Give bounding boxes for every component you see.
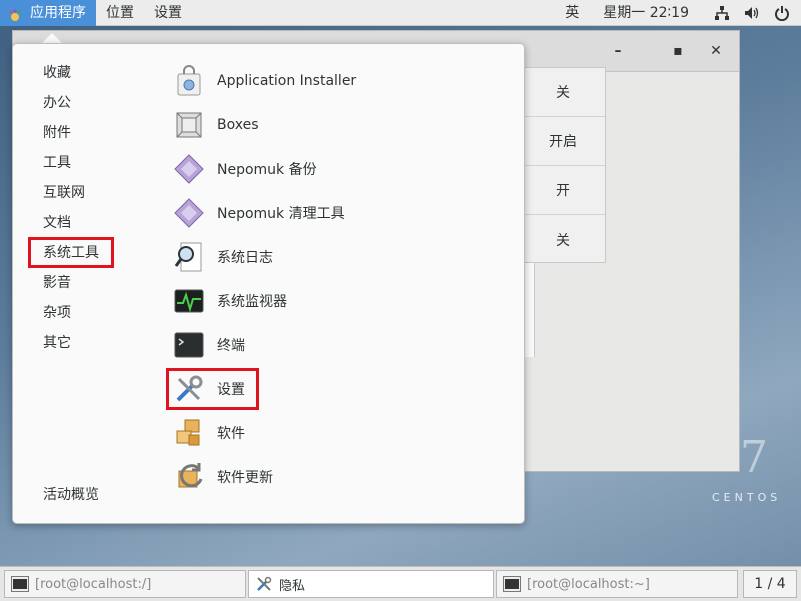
- category-internet[interactable]: 互联网: [43, 182, 85, 204]
- value-row[interactable]: 关: [521, 215, 605, 264]
- app-item-system-log[interactable]: 系统日志: [173, 239, 273, 275]
- software-icon: [173, 417, 205, 449]
- network-icon[interactable]: [713, 4, 731, 22]
- app-item-software-update[interactable]: 软件更新: [173, 459, 273, 495]
- value-label: 开: [556, 183, 570, 199]
- value-label: 关: [556, 85, 570, 101]
- centos-version: 7: [740, 432, 768, 483]
- minimize-icon[interactable]: –: [609, 42, 627, 60]
- app-item-boxes[interactable]: Boxes: [173, 107, 259, 143]
- terminal-icon: [503, 576, 521, 592]
- app-item-software[interactable]: 软件: [173, 415, 245, 451]
- app-label: 终端: [217, 338, 245, 354]
- category-accessories[interactable]: 附件: [43, 122, 71, 144]
- applications-menu: 收藏 办公 附件 工具 互联网 文档 系统工具 影音 杂项 其它 活动概览 Ap…: [12, 43, 525, 524]
- app-item-nepomuk-cleaner[interactable]: Nepomuk 清理工具: [173, 195, 345, 231]
- category-other[interactable]: 其它: [43, 332, 71, 354]
- app-item-nepomuk-backup[interactable]: Nepomuk 备份: [173, 151, 317, 187]
- app-label: 软件: [217, 426, 245, 442]
- taskbar: [root@localhost:/] 隐私 [root@localhost:~]…: [0, 566, 801, 601]
- value-row[interactable]: 关: [521, 68, 605, 117]
- task-label: [root@localhost:~]: [527, 576, 650, 592]
- terminal-icon: [173, 329, 205, 361]
- value-label: 开启: [549, 134, 577, 150]
- category-sound-video[interactable]: 影音: [43, 272, 71, 294]
- value-label: 关: [556, 232, 570, 249]
- app-label: Application Installer: [217, 73, 357, 89]
- task-terminal-root[interactable]: [root@localhost:/]: [4, 570, 246, 598]
- app-item-installer[interactable]: Application Installer: [173, 63, 356, 99]
- value-row[interactable]: 开: [521, 166, 605, 215]
- clock[interactable]: 星期一 22∶19: [595, 0, 697, 26]
- task-privacy[interactable]: 隐私: [248, 570, 494, 598]
- app-label: Boxes: [217, 117, 259, 133]
- applications-label: 应用程序: [30, 4, 86, 21]
- app-label: Nepomuk 备份: [217, 162, 317, 178]
- app-label: 系统日志: [217, 250, 273, 266]
- close-icon[interactable]: ✕: [707, 42, 725, 60]
- category-documents[interactable]: 文档: [43, 212, 71, 234]
- activities-overview[interactable]: 活动概览: [43, 484, 99, 506]
- value-row[interactable]: 开启: [521, 117, 605, 166]
- places-menu-button[interactable]: 位置: [96, 0, 144, 26]
- settings-tools-icon: [255, 576, 273, 592]
- volume-icon[interactable]: [743, 4, 761, 22]
- input-method-indicator[interactable]: 英: [557, 0, 587, 26]
- category-favorites[interactable]: 收藏: [43, 62, 71, 84]
- task-label: 隐私: [279, 578, 306, 594]
- highlight-system-tools: [28, 237, 114, 268]
- boxes-icon: [173, 109, 205, 141]
- app-label: Nepomuk 清理工具: [217, 206, 345, 222]
- gnome-foot-icon: [8, 6, 22, 21]
- category-office[interactable]: 办公: [43, 92, 71, 114]
- workspace-pager[interactable]: 1 / 4: [743, 570, 797, 598]
- power-icon[interactable]: [773, 4, 791, 22]
- menu-arrow: [42, 33, 62, 43]
- highlight-settings: [166, 368, 259, 410]
- log-viewer-icon: [173, 241, 205, 273]
- app-label: 软件更新: [217, 470, 273, 486]
- settings-menu-button[interactable]: 设置: [144, 0, 192, 26]
- maximize-icon[interactable]: ▪: [669, 42, 687, 60]
- settings-values-list: 关 开启 开 关: [520, 67, 606, 263]
- app-item-terminal[interactable]: 终端: [173, 327, 245, 363]
- app-item-system-monitor[interactable]: 系统监视器: [173, 283, 287, 319]
- software-update-icon: [173, 461, 205, 493]
- app-label: 系统监视器: [217, 294, 287, 310]
- app-installer-icon: [173, 65, 205, 97]
- category-tools[interactable]: 工具: [43, 152, 71, 174]
- task-label: [root@localhost:/]: [35, 576, 152, 592]
- centos-logo-text: CENTOS: [712, 491, 782, 504]
- terminal-icon: [11, 576, 29, 592]
- nepomuk-icon: [173, 153, 205, 185]
- category-sundry[interactable]: 杂项: [43, 302, 71, 324]
- top-bar: 应用程序 位置 设置 英 星期一 22∶19: [0, 0, 801, 26]
- system-monitor-icon: [173, 285, 205, 317]
- task-terminal-home[interactable]: [root@localhost:~]: [496, 570, 738, 598]
- nepomuk-icon: [173, 197, 205, 229]
- applications-menu-button[interactable]: 应用程序: [0, 0, 96, 26]
